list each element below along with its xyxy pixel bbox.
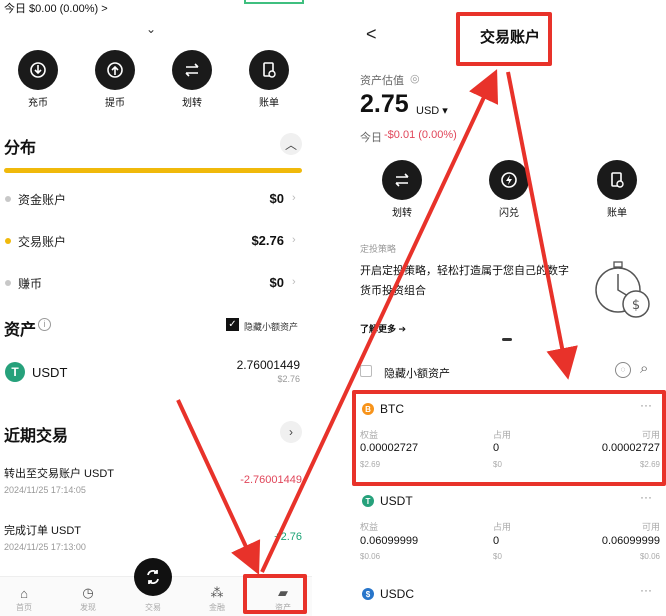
arrow-to-assets-tab: [176, 399, 261, 575]
arrow-to-title: [260, 69, 499, 573]
arrow-to-btc: [506, 71, 578, 380]
annotation-arrows: [176, 69, 578, 575]
